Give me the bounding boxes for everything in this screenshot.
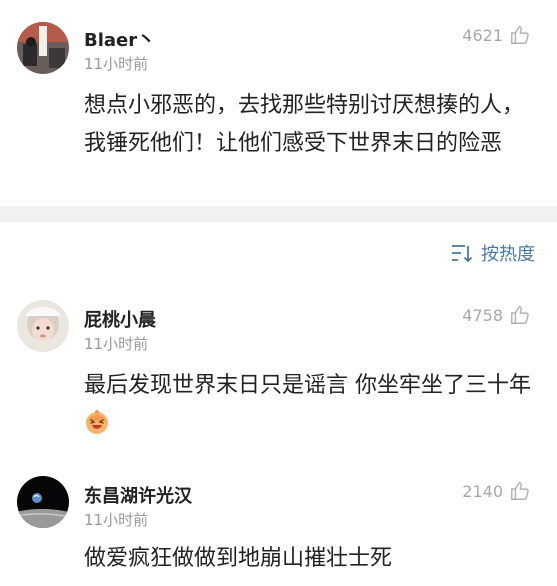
thumb-up-icon — [511, 482, 529, 500]
sort-by-hot-button[interactable]: 按热度 — [451, 240, 535, 266]
comment-text-content: 最后发现世界末日只是谣言 你坐牢坐了三十年 — [84, 373, 531, 398]
like-count: 4621 — [462, 25, 503, 45]
like-count: 4758 — [462, 305, 503, 325]
avatar-earth-from-moon-icon — [17, 476, 69, 528]
like-button[interactable]: 2140 — [462, 480, 531, 502]
like-count: 2140 — [462, 481, 503, 501]
comment-time: 11小时前 — [84, 511, 149, 529]
user-avatar[interactable] — [17, 300, 69, 352]
avatar-child-photo-icon — [17, 300, 69, 352]
like-button[interactable]: 4621 — [462, 24, 531, 46]
sort-label: 按热度 — [481, 244, 535, 265]
section-divider — [0, 206, 557, 222]
comment-text: 想点小邪恶的，去找那些特别讨厌想揍的人，我锤死他们！让他们感受下世界末日的险恶 — [84, 93, 525, 156]
thumb-up-icon — [511, 26, 529, 44]
comment-text: 做爱疯狂做做到地崩山摧壮士死 — [84, 546, 393, 571]
user-avatar[interactable] — [17, 476, 69, 528]
comment-time: 11小时前 — [84, 55, 149, 73]
avatar-room-photo-icon — [17, 22, 69, 74]
comment-time: 11小时前 — [84, 335, 149, 353]
username[interactable]: 东昌湖许光汉 — [84, 482, 192, 508]
user-avatar[interactable] — [17, 22, 69, 74]
laughing-face-emoji-icon — [86, 410, 108, 434]
comment-text: 最后发现世界末日只是谣言 你坐牢坐了三十年 — [84, 367, 539, 443]
comment-item: 东昌湖许光汉 11小时前 2140 做爱疯狂做做到地崩山摧壮士死 — [0, 462, 557, 586]
sort-icon — [452, 245, 473, 263]
like-button[interactable]: 4758 — [462, 304, 531, 326]
thumb-up-icon — [511, 306, 529, 324]
comment-item: 屁桃小晨 11小时前 4758 最后发现世界末日只是谣言 你坐牢坐了三十年 — [0, 290, 557, 460]
username[interactable]: 屁桃小晨 — [84, 306, 156, 332]
comment-item: Blaer丶 11小时前 4621 想点小邪恶的，去找那些特别讨厌想揍的人，我锤… — [0, 0, 557, 206]
username[interactable]: Blaer丶 — [84, 26, 155, 52]
